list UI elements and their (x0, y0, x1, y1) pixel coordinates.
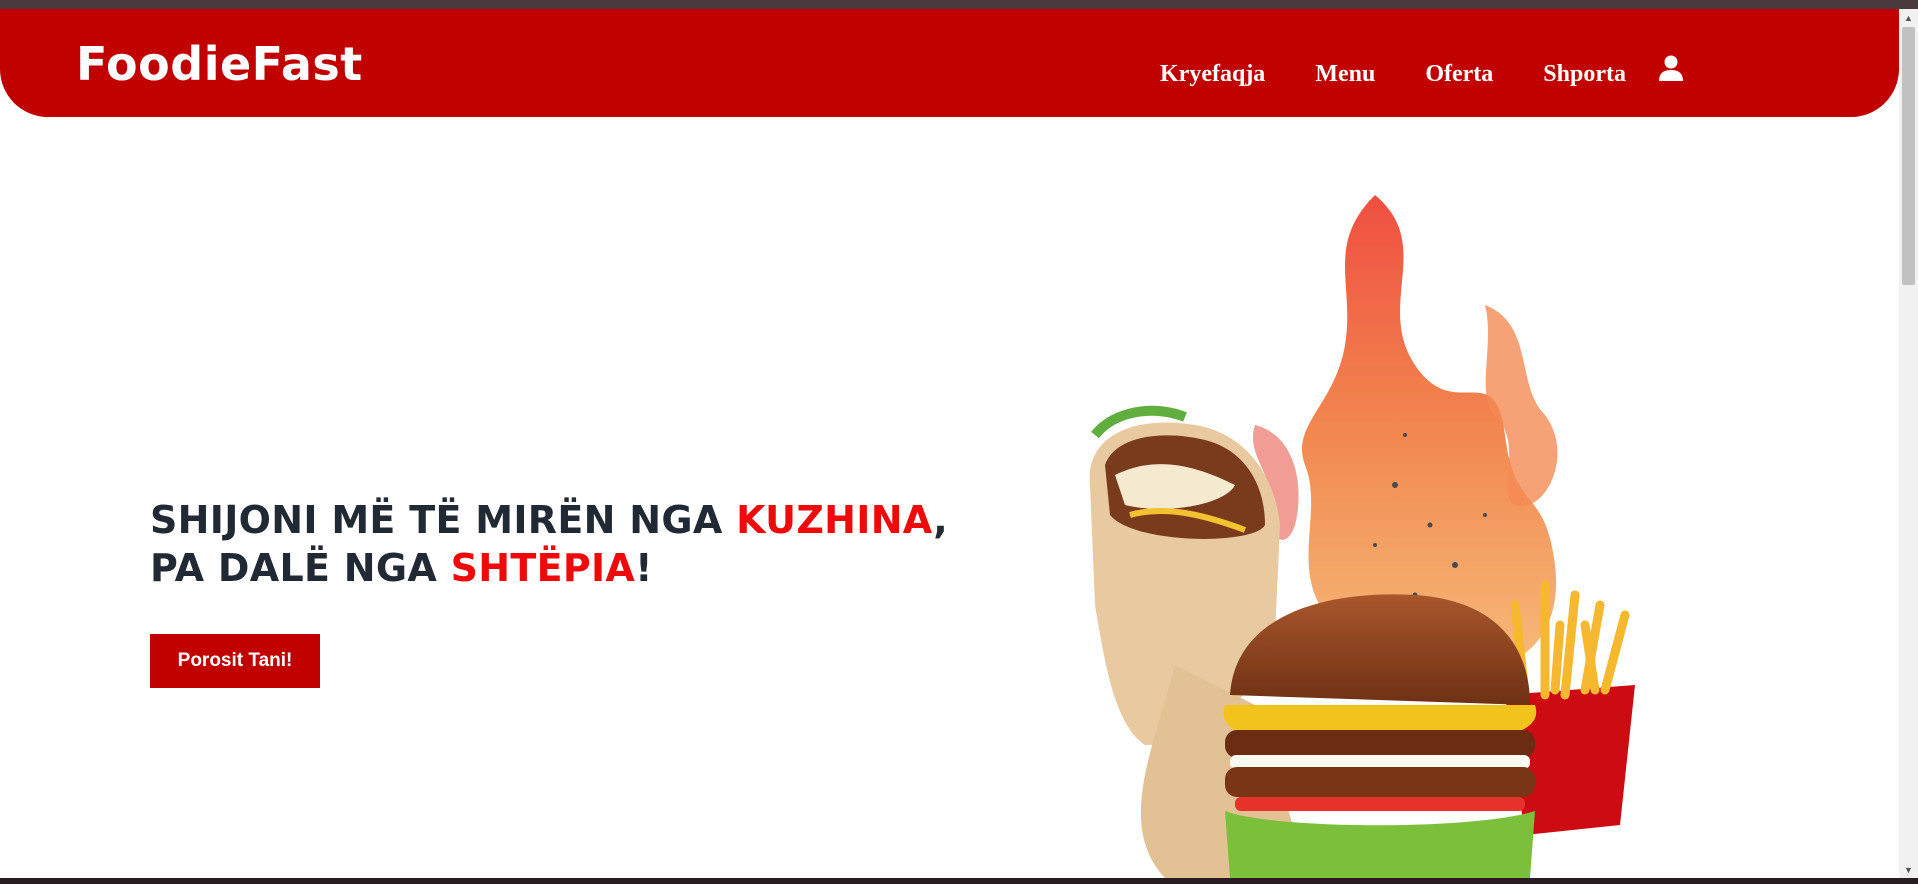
headline-punctuation: ! (635, 546, 653, 590)
nav-link-menu[interactable]: Menu (1315, 61, 1375, 88)
scroll-up-arrow-icon[interactable]: ▲ (1899, 9, 1918, 26)
window-top-strip (0, 0, 1918, 9)
navbar: FoodieFast Kryefaqja Menu Oferta Shporta (0, 9, 1899, 117)
user-icon[interactable] (1656, 53, 1686, 83)
nav-link-shporta[interactable]: Shporta (1543, 61, 1626, 88)
food-illustration-icon (1089, 195, 1635, 878)
headline-highlight-kuzhina: KUZHINA (736, 498, 934, 542)
scroll-down-arrow-icon[interactable]: ▼ (1899, 861, 1918, 878)
headline-text: PA DALË NGA (150, 546, 451, 590)
order-now-button[interactable]: Porosit Tani! (150, 634, 320, 688)
hero-headline: SHIJONI MË TË MIRËN NGA KUZHINA, PA DALË… (150, 496, 948, 592)
nav-link-oferta[interactable]: Oferta (1425, 61, 1493, 88)
site-logo[interactable]: FoodieFast (76, 37, 363, 91)
headline-highlight-shtepia: SHTËPIA (450, 546, 636, 590)
nav-link-kryefaqja[interactable]: Kryefaqja (1160, 61, 1265, 88)
window-bottom-strip (0, 878, 1918, 884)
page-scrollbar[interactable]: ▲ ▼ (1899, 9, 1918, 878)
headline-text: SHIJONI MË TË MIRËN NGA (150, 498, 737, 542)
headline-punctuation: , (933, 498, 948, 542)
scrollbar-thumb[interactable] (1902, 27, 1915, 285)
main-nav: Kryefaqja Menu Oferta Shporta (1160, 55, 1686, 89)
